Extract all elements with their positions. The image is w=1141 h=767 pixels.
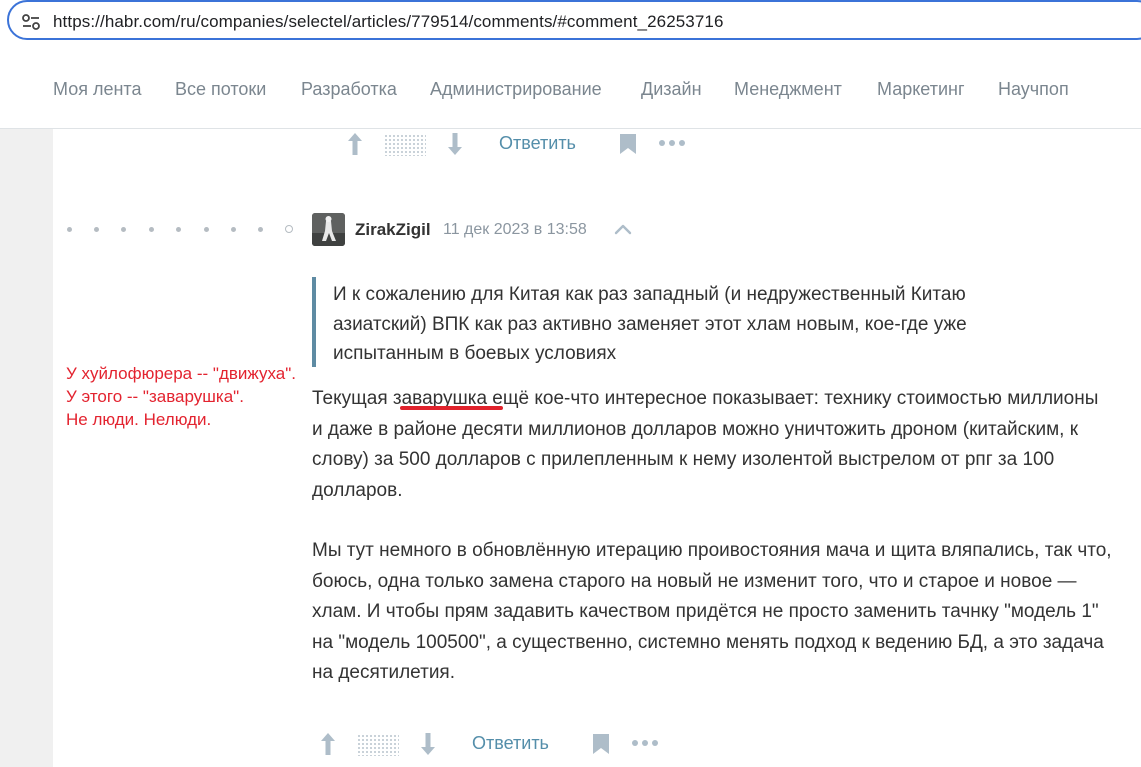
more-options-icon[interactable]	[658, 137, 686, 149]
comment-author[interactable]: ZirakZigil	[355, 220, 431, 240]
hub-navigation: Моя лента Все потоки Разработка Админист…	[0, 48, 1141, 129]
nav-item-marketing[interactable]: Маркетинг	[877, 79, 965, 100]
site-settings-icon[interactable]	[21, 12, 41, 32]
thread-dot	[149, 227, 154, 232]
red-annotation-note: У хуйлофюрера -- "движуха". У этого -- "…	[66, 362, 296, 431]
nav-item-development[interactable]: Разработка	[301, 79, 397, 100]
quote-bar	[312, 277, 316, 367]
address-bar[interactable]: https://habr.com/ru/companies/selectel/a…	[7, 0, 1141, 40]
chevron-up-icon[interactable]	[614, 222, 632, 236]
avatar-image-icon	[312, 213, 345, 246]
annotation-line: У хуйлофюрера -- "движуха".	[66, 364, 296, 383]
thread-dot	[231, 227, 236, 232]
paragraph-1-start: Текущая	[312, 388, 393, 409]
nav-item-my-feed[interactable]: Моя лента	[53, 79, 141, 100]
comment-timestamp[interactable]: 11 дек 2023 в 13:58	[443, 221, 587, 239]
previous-comment-actions: Ответить	[0, 131, 1141, 161]
browser-toolbar: https://habr.com/ru/companies/selectel/a…	[0, 0, 1141, 48]
thread-dot-current	[285, 225, 293, 233]
nav-item-management[interactable]: Менеджмент	[734, 79, 842, 100]
downvote-icon[interactable]	[419, 731, 437, 757]
thread-dot	[121, 227, 126, 232]
comment-paragraph-1: Текущая заварушка ещё кое-что интересное…	[312, 384, 1112, 506]
more-options-icon[interactable]	[631, 737, 659, 749]
avatar[interactable]	[312, 213, 345, 246]
downvote-icon[interactable]	[446, 131, 464, 157]
url-text[interactable]: https://habr.com/ru/companies/selectel/a…	[53, 12, 724, 32]
upvote-icon[interactable]	[346, 131, 364, 157]
nav-item-popsci[interactable]: Научпоп	[998, 79, 1069, 100]
red-underline-annotation	[400, 406, 503, 410]
reply-button[interactable]: Ответить	[472, 733, 549, 754]
nav-item-all-streams[interactable]: Все потоки	[175, 79, 266, 100]
nav-item-design[interactable]: Дизайн	[641, 79, 702, 100]
thread-dot	[94, 227, 99, 232]
annotation-line: У этого -- "заварушка".	[66, 387, 244, 406]
annotation-line: Не люди. Нелюди.	[66, 410, 212, 429]
comment-quote: И к сожалению для Китая как раз западный…	[333, 284, 967, 364]
vote-score-hidden	[357, 734, 399, 756]
thread-dot	[176, 227, 181, 232]
reply-button[interactable]: Ответить	[499, 133, 576, 154]
bookmark-icon[interactable]	[619, 133, 637, 155]
thread-dot	[204, 227, 209, 232]
comment-paragraph-2: Мы тут немного в обновлённую итерацию пр…	[312, 540, 1112, 683]
bookmark-icon[interactable]	[592, 733, 610, 755]
thread-dot	[258, 227, 263, 232]
upvote-icon[interactable]	[319, 731, 337, 757]
comment-actions: Ответить	[0, 731, 1141, 761]
vote-score-hidden	[384, 134, 426, 156]
nav-item-administration[interactable]: Администрирование	[430, 79, 602, 100]
thread-dot	[67, 227, 72, 232]
